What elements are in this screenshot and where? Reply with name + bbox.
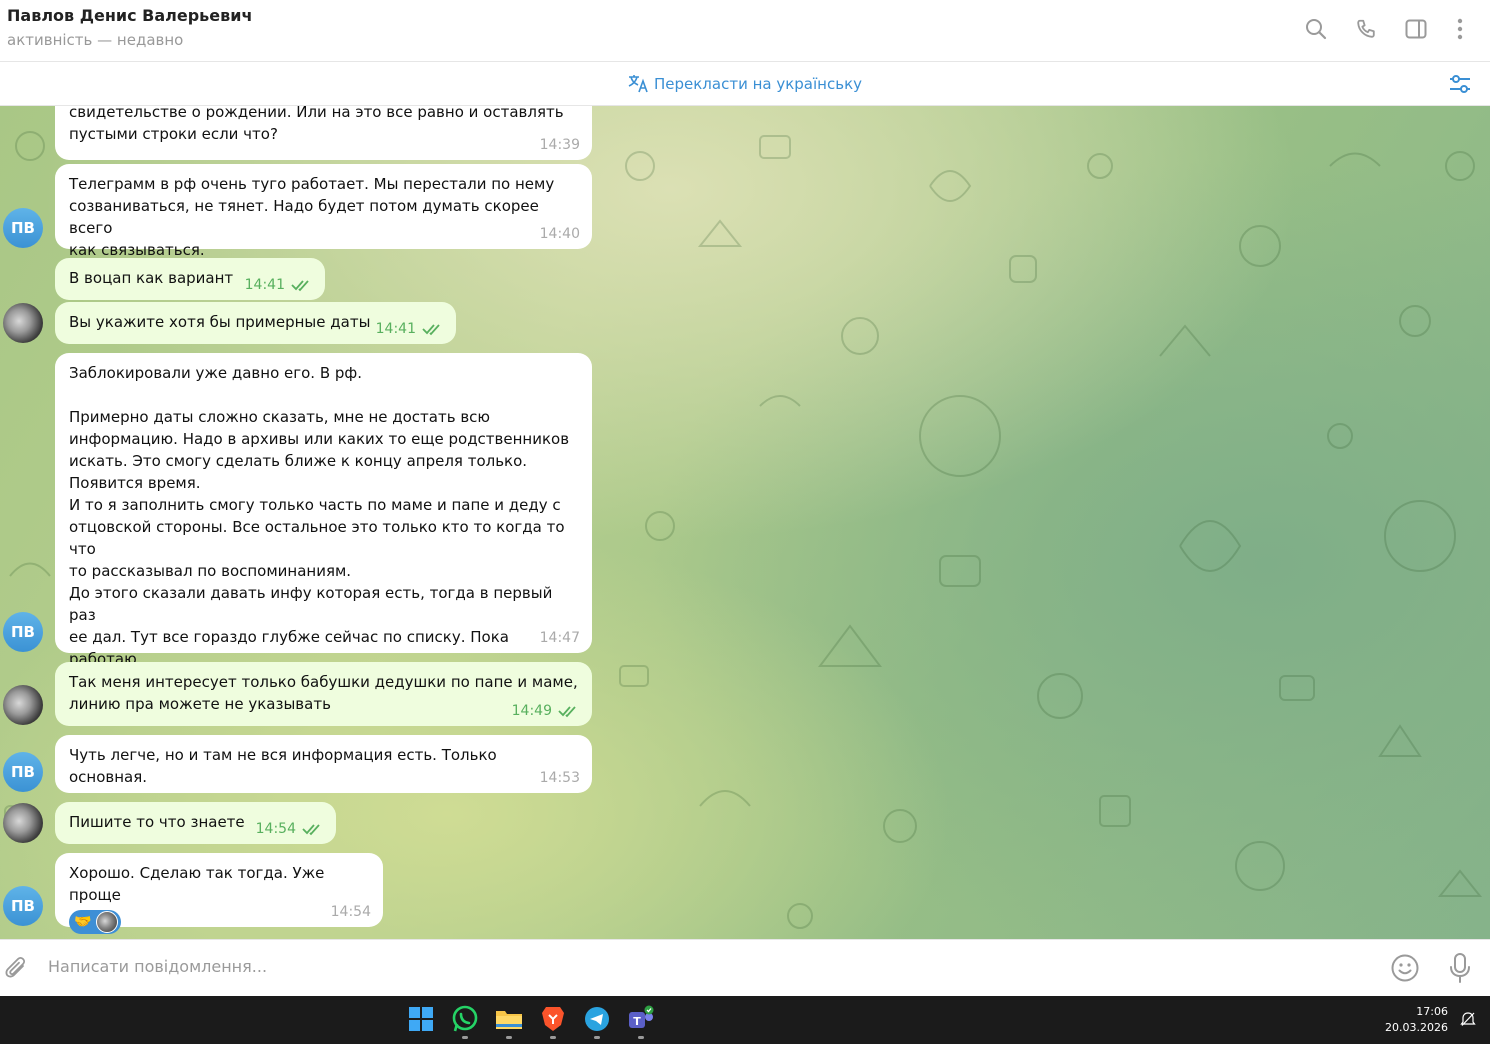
app-running-indicator [506, 1036, 512, 1039]
more-options-icon[interactable] [1447, 14, 1473, 44]
message-time: 14:39 [539, 137, 580, 153]
clock-time: 17:06 [1416, 1005, 1448, 1018]
message-time: 14:47 [539, 630, 580, 646]
avatar[interactable] [3, 803, 43, 843]
contact-status: активність — недавно [7, 31, 184, 49]
message-text: свидетельстве о рождении. Или на это все… [69, 106, 564, 143]
search-icon[interactable] [1303, 14, 1329, 44]
avatar[interactable]: ПВ [3, 886, 43, 926]
system-clock[interactable]: 17:06 20.03.2026 [1385, 1004, 1448, 1036]
message-input[interactable] [48, 957, 1348, 976]
message-time: 14:53 [539, 770, 580, 786]
read-checkmarks-icon [291, 280, 309, 292]
microphone-icon[interactable] [1448, 952, 1472, 984]
message-meta: 14:41 [376, 318, 444, 340]
translate-bar: Перекласти на українську [0, 62, 1490, 106]
file-explorer-icon[interactable] [495, 1005, 523, 1039]
message-time: 14:49 [511, 703, 552, 719]
message-text: Хорошо. Сделаю так тогда. Уже проще [69, 864, 330, 904]
translate-button[interactable]: Перекласти на українську [0, 73, 1490, 93]
avatar[interactable]: ПВ [3, 752, 43, 792]
message-time: 14:41 [244, 277, 285, 293]
reaction-user-avatar [96, 911, 118, 933]
read-checkmarks-icon [558, 706, 576, 718]
avatar[interactable] [3, 303, 43, 343]
brave-browser-icon[interactable] [539, 1005, 567, 1039]
message-input-bar [0, 939, 1490, 996]
windows-taskbar: T 17:06 20.03.2026 [0, 996, 1490, 1044]
teams-icon[interactable]: T [627, 1005, 655, 1039]
message-bubble[interactable]: Чуть легче, но и там не вся информация е… [55, 735, 592, 793]
message-bubble[interactable]: В воцап как вариант 14:41 [55, 258, 325, 300]
message-bubble[interactable]: свидетельстве о рождении. Или на это все… [55, 106, 592, 160]
chat-header: Павлов Денис Валерьевич активність — нед… [0, 0, 1490, 62]
telegram-icon[interactable] [583, 1005, 611, 1039]
read-checkmarks-icon [422, 324, 440, 336]
message-bubble[interactable]: Пишите то что знаете 14:54 [55, 802, 336, 844]
app-running-indicator [638, 1036, 644, 1039]
message-time: 14:54 [330, 904, 371, 920]
message-bubble[interactable]: Вы укажите хотя бы примерные даты 14:41 [55, 302, 456, 344]
message-bubble[interactable]: Телеграмм в рф очень туго работает. Мы п… [55, 164, 592, 259]
app-running-indicator [462, 1036, 468, 1039]
message-bubble[interactable]: Заблокировали уже давно его. В рф. Приме… [55, 353, 592, 712]
message-meta: 14:54 [256, 818, 324, 840]
message-bubble[interactable]: Так меня интересует только бабушки дедуш… [55, 662, 592, 726]
app-running-indicator [594, 1036, 600, 1039]
translate-label: Перекласти на українську [653, 75, 862, 93]
avatar[interactable]: ПВ [3, 208, 43, 248]
sidebar-toggle-icon[interactable] [1403, 14, 1429, 44]
chat-messages-area[interactable]: свидетельстве о рождении. Или на это все… [0, 106, 1490, 939]
message-text: Телеграмм в рф очень туго работает. Мы п… [69, 175, 555, 259]
notifications-icon[interactable] [1460, 1011, 1476, 1027]
phone-icon[interactable] [1353, 14, 1379, 44]
message-meta: 14:39 [540, 134, 580, 156]
message-meta: 14:41 [245, 274, 313, 296]
message-bubble[interactable]: Хорошо. Сделаю так тогда. Уже проще 🤝 14… [55, 853, 383, 934]
translate-settings-icon[interactable] [1448, 72, 1474, 96]
message-meta: 14:53 [540, 767, 580, 789]
attach-icon[interactable] [4, 955, 28, 981]
translate-icon [628, 75, 648, 93]
avatar[interactable]: ПВ [3, 612, 43, 652]
reaction-badge[interactable]: 🤝 [69, 910, 121, 934]
read-checkmarks-icon [302, 824, 320, 836]
message-meta: 14:54 [331, 901, 371, 923]
message-meta: 14:49 [512, 700, 580, 722]
svg-text:T: T [633, 1015, 641, 1028]
message-time: 14:41 [375, 321, 416, 337]
app-running-indicator [550, 1036, 556, 1039]
contact-name[interactable]: Павлов Денис Валерьевич [7, 6, 252, 25]
handshake-icon: 🤝 [74, 914, 92, 930]
message-meta: 14:47 [540, 627, 580, 649]
windows-start-icon[interactable] [407, 1005, 435, 1033]
message-text: Так меня интересует только бабушки дедуш… [69, 673, 578, 713]
message-meta: 14:40 [540, 223, 580, 245]
whatsapp-icon[interactable] [451, 1005, 479, 1039]
emoji-icon[interactable] [1390, 953, 1420, 983]
message-time: 14:54 [255, 821, 296, 837]
message-text: Чуть легче, но и там не вся информация е… [69, 746, 502, 786]
avatar[interactable] [3, 685, 43, 725]
message-time: 14:40 [539, 226, 580, 242]
clock-date: 20.03.2026 [1385, 1021, 1448, 1034]
